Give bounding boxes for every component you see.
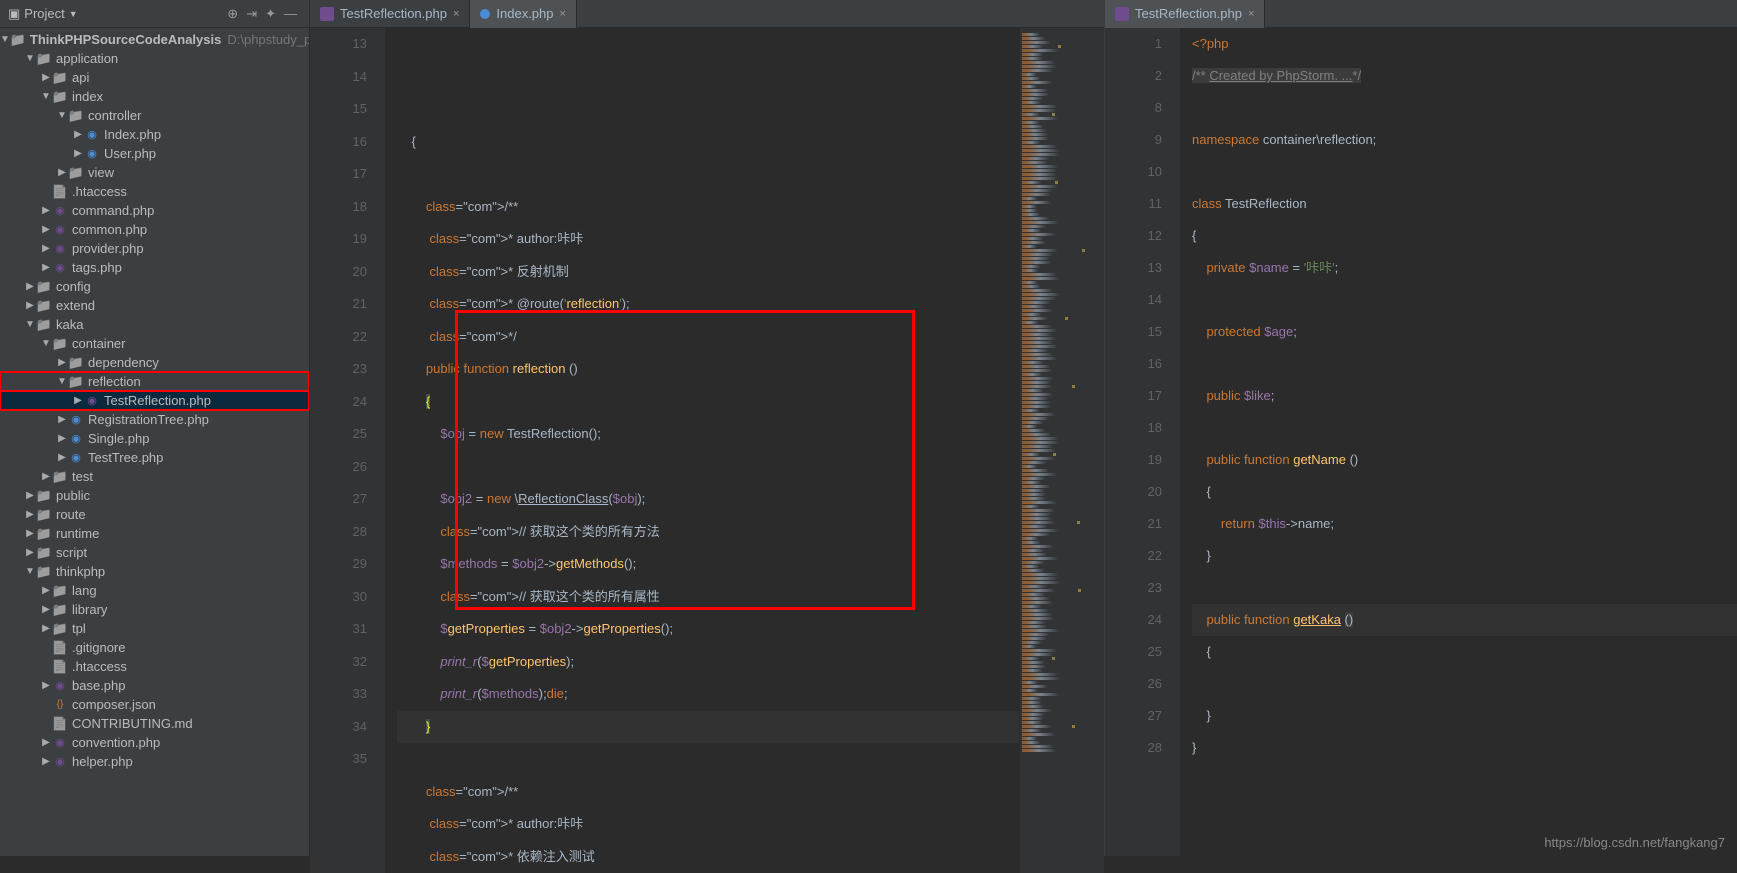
- tree-item[interactable]: ▶library: [0, 600, 309, 619]
- editor-right: TestReflection.php× 12891011121314151617…: [1105, 0, 1737, 856]
- tree-item[interactable]: ▶route: [0, 505, 309, 524]
- tree-item[interactable]: ▶config: [0, 277, 309, 296]
- tree-item[interactable]: ▼application: [0, 49, 309, 68]
- tree-item[interactable]: ▶script: [0, 543, 309, 562]
- project-tree[interactable]: ▼ThinkPHPSourceCodeAnalysisD:\phpstudy_p…: [0, 28, 309, 856]
- tree-item[interactable]: ▶User.php: [0, 144, 309, 163]
- gutter-left: 1314151617181920212223242526272829303132…: [310, 28, 385, 873]
- project-sidebar: ▣Project▼ ⊕ ⇥ ✦ — ▼ThinkPHPSourceCodeAna…: [0, 0, 310, 856]
- editor-tab[interactable]: TestReflection.php×: [310, 0, 470, 28]
- tree-item[interactable]: .gitignore: [0, 638, 309, 657]
- tree-item[interactable]: ▶tpl: [0, 619, 309, 638]
- tree-item[interactable]: ▼thinkphp: [0, 562, 309, 581]
- minimap[interactable]: [1019, 28, 1104, 873]
- tree-item[interactable]: .htaccess: [0, 182, 309, 201]
- tree-item[interactable]: ▶view: [0, 163, 309, 182]
- locate-icon[interactable]: ⊕: [227, 6, 238, 22]
- settings-icon[interactable]: ✦: [265, 6, 276, 22]
- tree-item[interactable]: composer.json: [0, 695, 309, 714]
- tree-item[interactable]: ▶helper.php: [0, 752, 309, 771]
- tree-item[interactable]: ▶dependency: [0, 353, 309, 372]
- tree-item[interactable]: ▶tags.php: [0, 258, 309, 277]
- editor-tab[interactable]: TestReflection.php×: [1105, 0, 1265, 28]
- code-left[interactable]: { class="com">/** class="com">* author:咔…: [385, 28, 1019, 873]
- tree-item[interactable]: ▶TestTree.php: [0, 448, 309, 467]
- code-right[interactable]: <?php/** Created by PhpStorm. ...*/names…: [1180, 28, 1737, 856]
- tabbar-left: TestReflection.php×Index.php×: [310, 0, 1104, 28]
- tree-item[interactable]: ▶TestReflection.php: [0, 391, 309, 410]
- tree-item[interactable]: ▶common.php: [0, 220, 309, 239]
- project-dropdown[interactable]: ▣Project▼: [8, 6, 78, 22]
- tree-item[interactable]: ▶extend: [0, 296, 309, 315]
- tree-root[interactable]: ▼ThinkPHPSourceCodeAnalysisD:\phpstudy_p…: [0, 30, 309, 49]
- tree-item[interactable]: ▶provider.php: [0, 239, 309, 258]
- tree-item[interactable]: ▶base.php: [0, 676, 309, 695]
- close-icon[interactable]: ×: [1248, 8, 1254, 20]
- editor-left: TestReflection.php×Index.php× 1314151617…: [310, 0, 1105, 856]
- tree-item[interactable]: ▼container: [0, 334, 309, 353]
- editor-tab[interactable]: Index.php×: [470, 0, 577, 28]
- watermark: https://blog.csdn.net/fangkang7: [1544, 835, 1725, 850]
- tree-item[interactable]: ▶RegistrationTree.php: [0, 410, 309, 429]
- tree-item[interactable]: ▶test: [0, 467, 309, 486]
- tabbar-right: TestReflection.php×: [1105, 0, 1737, 28]
- tree-item[interactable]: ▼index: [0, 87, 309, 106]
- tree-item[interactable]: .htaccess: [0, 657, 309, 676]
- close-icon[interactable]: ×: [560, 8, 566, 20]
- tree-item[interactable]: ▶public: [0, 486, 309, 505]
- hide-icon[interactable]: —: [284, 6, 297, 21]
- tree-item[interactable]: CONTRIBUTING.md: [0, 714, 309, 733]
- tree-item[interactable]: ▶Single.php: [0, 429, 309, 448]
- sidebar-header: ▣Project▼ ⊕ ⇥ ✦ —: [0, 0, 309, 28]
- gutter-right: 1289101112131415161718192021222324252627…: [1105, 28, 1180, 856]
- tree-item[interactable]: ▶convention.php: [0, 733, 309, 752]
- tree-item[interactable]: ▼controller: [0, 106, 309, 125]
- close-icon[interactable]: ×: [453, 8, 459, 20]
- tree-item[interactable]: ▶Index.php: [0, 125, 309, 144]
- tree-item[interactable]: ▶runtime: [0, 524, 309, 543]
- tree-item[interactable]: ▼kaka: [0, 315, 309, 334]
- tree-item[interactable]: ▶lang: [0, 581, 309, 600]
- tree-item[interactable]: ▶command.php: [0, 201, 309, 220]
- tree-item[interactable]: ▼reflection: [0, 372, 309, 391]
- collapse-icon[interactable]: ⇥: [246, 6, 257, 22]
- tree-item[interactable]: ▶api: [0, 68, 309, 87]
